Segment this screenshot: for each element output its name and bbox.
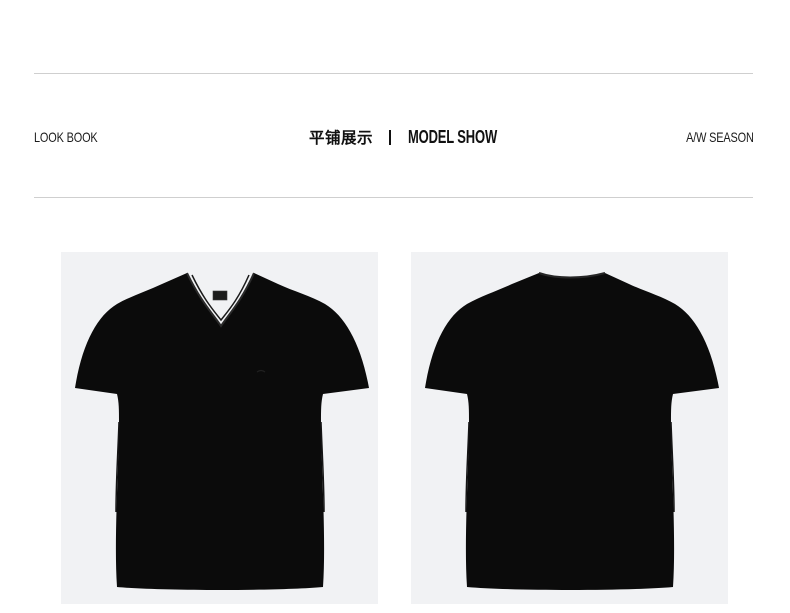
bottom-divider-line xyxy=(34,197,753,198)
section-title: 平铺展示 MODEL SHOW xyxy=(309,126,532,148)
product-photo-front xyxy=(61,252,378,604)
section-title-english: MODEL SHOW xyxy=(408,126,498,147)
section-title-chinese: 平铺展示 xyxy=(309,129,374,147)
product-photo-back xyxy=(411,252,728,604)
tshirt-back-image xyxy=(425,272,719,590)
top-divider-line xyxy=(34,73,753,74)
season-label: A/W SEASON xyxy=(686,129,754,145)
look-book-label: LOOK BOOK xyxy=(34,129,98,145)
tshirt-front-image xyxy=(75,272,369,590)
title-separator xyxy=(389,129,392,145)
